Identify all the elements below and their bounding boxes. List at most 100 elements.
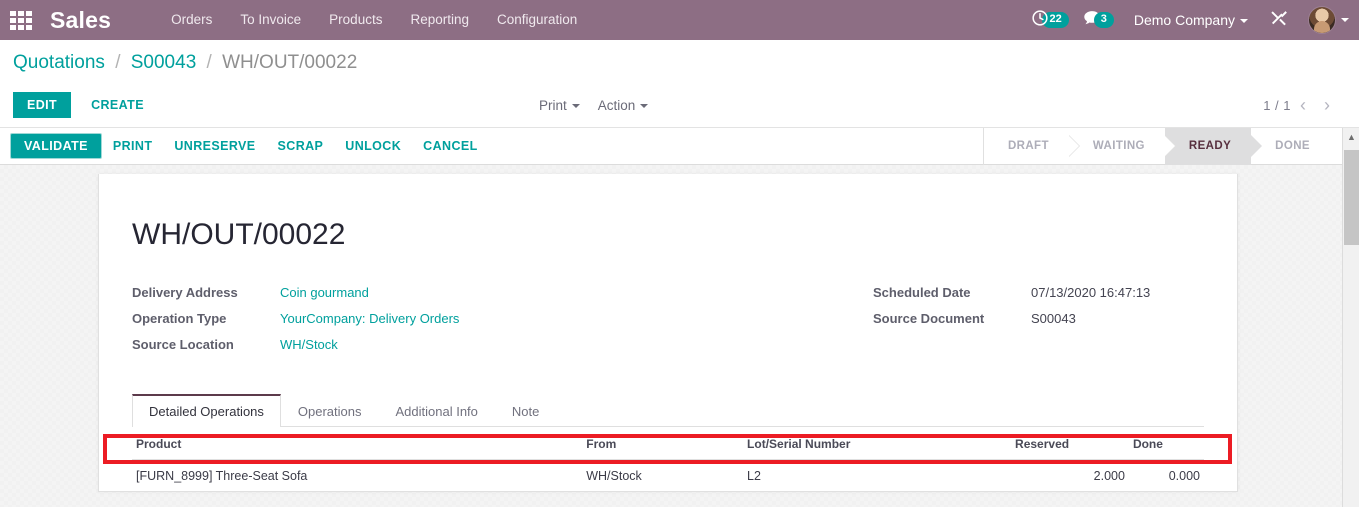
breadcrumb-separator: / [115, 51, 121, 73]
nav-item-configuration[interactable]: Configuration [483, 0, 591, 40]
print-dropdown[interactable]: Print [539, 98, 580, 113]
column-header-done[interactable]: Done [1128, 427, 1204, 460]
company-switcher[interactable]: Demo Company [1134, 12, 1248, 28]
cell-product[interactable]: [FURN_8999] Three-Seat Sofa [132, 460, 582, 493]
unreserve-button[interactable]: UNRESERVE [163, 134, 266, 158]
pager: 1 / 1 ‹ › [1263, 96, 1359, 114]
field-value[interactable]: YourCompany: Delivery Orders [280, 310, 459, 328]
breadcrumb-item-s00043[interactable]: S00043 [131, 52, 197, 73]
nav-item-orders[interactable]: Orders [157, 0, 226, 40]
column-header-lot-serial-number[interactable]: Lot/Serial Number [743, 427, 1012, 460]
page-title: WH/OUT/00022 [132, 218, 346, 251]
column-header-product[interactable]: Product [132, 427, 583, 460]
chevron-down-icon [571, 103, 580, 108]
form-fields: Delivery Address Coin gourmand Operation… [132, 284, 1204, 362]
table-row[interactable]: [FURN_8999] Three-Seat Sofa WH/Stock L2 … [132, 460, 1204, 493]
company-name-label: Demo Company [1133, 12, 1235, 28]
field-source-location: Source Location WH/Stock [132, 336, 668, 354]
navbar-menu: Orders To Invoice Products Reporting Con… [157, 0, 591, 40]
notebook-tabs: Detailed Operations Operations Additiona… [132, 394, 1204, 427]
stage-waiting-label: WAITING [1092, 140, 1145, 152]
stage-done-label: DONE [1275, 140, 1310, 152]
stage-done[interactable]: DONE [1251, 128, 1330, 165]
form-content-area: WH/OUT/00022 Delivery Address Coin gourm… [0, 165, 1342, 507]
column-header-from[interactable]: From [582, 427, 744, 460]
field-operation-type: Operation Type YourCompany: Delivery Ord… [132, 310, 668, 328]
stage-statusbar: DRAFT WAITING READY DONE [982, 127, 1359, 165]
nav-item-to-invoice[interactable]: To Invoice [226, 0, 315, 40]
user-menu[interactable] [1308, 6, 1349, 34]
stage-draft-label: DRAFT [1007, 140, 1049, 152]
field-value[interactable]: WH/Stock [280, 336, 338, 354]
nav-item-reporting[interactable]: Reporting [396, 0, 483, 40]
cell-done[interactable]: 0.000 [1129, 460, 1204, 493]
field-delivery-address: Delivery Address Coin gourmand [132, 284, 668, 302]
pager-next-icon[interactable]: › [1315, 96, 1339, 114]
field-scheduled-date: Scheduled Date 07/13/2020 16:47:13 [873, 284, 1204, 302]
vertical-scrollbar[interactable]: ▲ [1342, 128, 1359, 507]
stage-arrow-icon [1251, 136, 1262, 156]
action-dropdown[interactable]: Action [598, 98, 649, 113]
print-dropdown-label: Print [538, 97, 567, 113]
breadcrumb-item-quotations[interactable]: Quotations [13, 52, 105, 73]
breadcrumb-separator: / [206, 51, 212, 73]
chevron-down-icon [640, 103, 649, 108]
scroll-up-icon[interactable]: ▲ [1343, 128, 1359, 145]
chevron-down-icon [1240, 19, 1248, 24]
scrollbar-thumb[interactable] [1344, 150, 1359, 245]
detailed-operations-table: Product From Lot/Serial Number Reserved … [132, 427, 1204, 492]
table-header: Product From Lot/Serial Number Reserved … [132, 427, 1204, 460]
edit-button[interactable]: EDIT [13, 92, 72, 118]
app-brand-title[interactable]: Sales [50, 7, 111, 34]
stage-ready-label: READY [1188, 140, 1232, 152]
validate-button[interactable]: VALIDATE [10, 133, 102, 159]
scrap-button[interactable]: SCRAP [267, 134, 335, 158]
cell-reserved[interactable]: 2.000 [1011, 460, 1129, 493]
debug-tools-icon[interactable] [1270, 9, 1288, 32]
table-body: [FURN_8999] Three-Seat Sofa WH/Stock L2 … [132, 460, 1204, 493]
pager-count: 1 / 1 [1263, 97, 1291, 113]
form-statusbar: VALIDATE PRINT UNRESERVE SCRAP UNLOCK CA… [0, 127, 1359, 165]
clock-icon [1031, 9, 1049, 32]
breadcrumb-item-current: WH/OUT/00022 [222, 51, 358, 73]
cell-from[interactable]: WH/Stock [582, 460, 743, 493]
chevron-down-icon [1341, 18, 1349, 22]
column-header-reserved[interactable]: Reserved [1011, 427, 1129, 460]
print-button[interactable]: PRINT [102, 134, 164, 158]
field-label: Delivery Address [132, 285, 238, 300]
control-panel: EDIT CREATE Print Action 1 / 1 ‹ › [0, 85, 1359, 125]
field-value: 07/13/2020 16:47:13 [1031, 285, 1151, 300]
tab-note[interactable]: Note [495, 394, 556, 427]
stage-arrow-icon [1164, 136, 1175, 156]
field-label: Scheduled Date [873, 285, 971, 300]
field-label: Source Location [132, 337, 234, 352]
pager-previous-icon[interactable]: ‹ [1291, 96, 1315, 114]
tab-detailed-operations[interactable]: Detailed Operations [132, 394, 281, 427]
nav-item-products[interactable]: Products [315, 0, 396, 40]
cancel-button[interactable]: CANCEL [412, 134, 488, 158]
table-header-row: Product From Lot/Serial Number Reserved … [132, 427, 1204, 460]
stage-arrow-icon [1068, 136, 1079, 156]
tab-additional-info[interactable]: Additional Info [379, 394, 495, 427]
stage-draft[interactable]: DRAFT [984, 128, 1080, 165]
activity-menu[interactable]: 22 [1031, 9, 1069, 32]
create-button[interactable]: CREATE [81, 92, 154, 118]
messages-count-badge: 3 [1093, 12, 1114, 28]
field-label: Source Document [873, 311, 985, 326]
apps-grid-icon[interactable] [8, 10, 34, 30]
control-panel-dropdowns: Print Action [539, 98, 649, 113]
odoo-window: Sales Orders To Invoice Products Reporti… [0, 0, 1359, 507]
messaging-menu[interactable]: 3 [1083, 10, 1114, 31]
field-label: Operation Type [132, 311, 227, 326]
avatar [1308, 6, 1336, 34]
stage-waiting[interactable]: WAITING [1069, 128, 1176, 165]
navbar-systray: 22 3 Demo Company [1017, 0, 1359, 40]
field-value[interactable]: Coin gourmand [280, 284, 369, 302]
tab-operations[interactable]: Operations [281, 394, 379, 427]
unlock-button[interactable]: UNLOCK [334, 134, 412, 158]
stage-ready[interactable]: READY [1164, 127, 1263, 165]
action-dropdown-label: Action [597, 97, 636, 113]
cell-lot-serial-number[interactable]: L2 [743, 460, 1011, 493]
form-fields-left-column: Delivery Address Coin gourmand Operation… [132, 284, 668, 362]
field-value: S00043 [1031, 311, 1076, 326]
